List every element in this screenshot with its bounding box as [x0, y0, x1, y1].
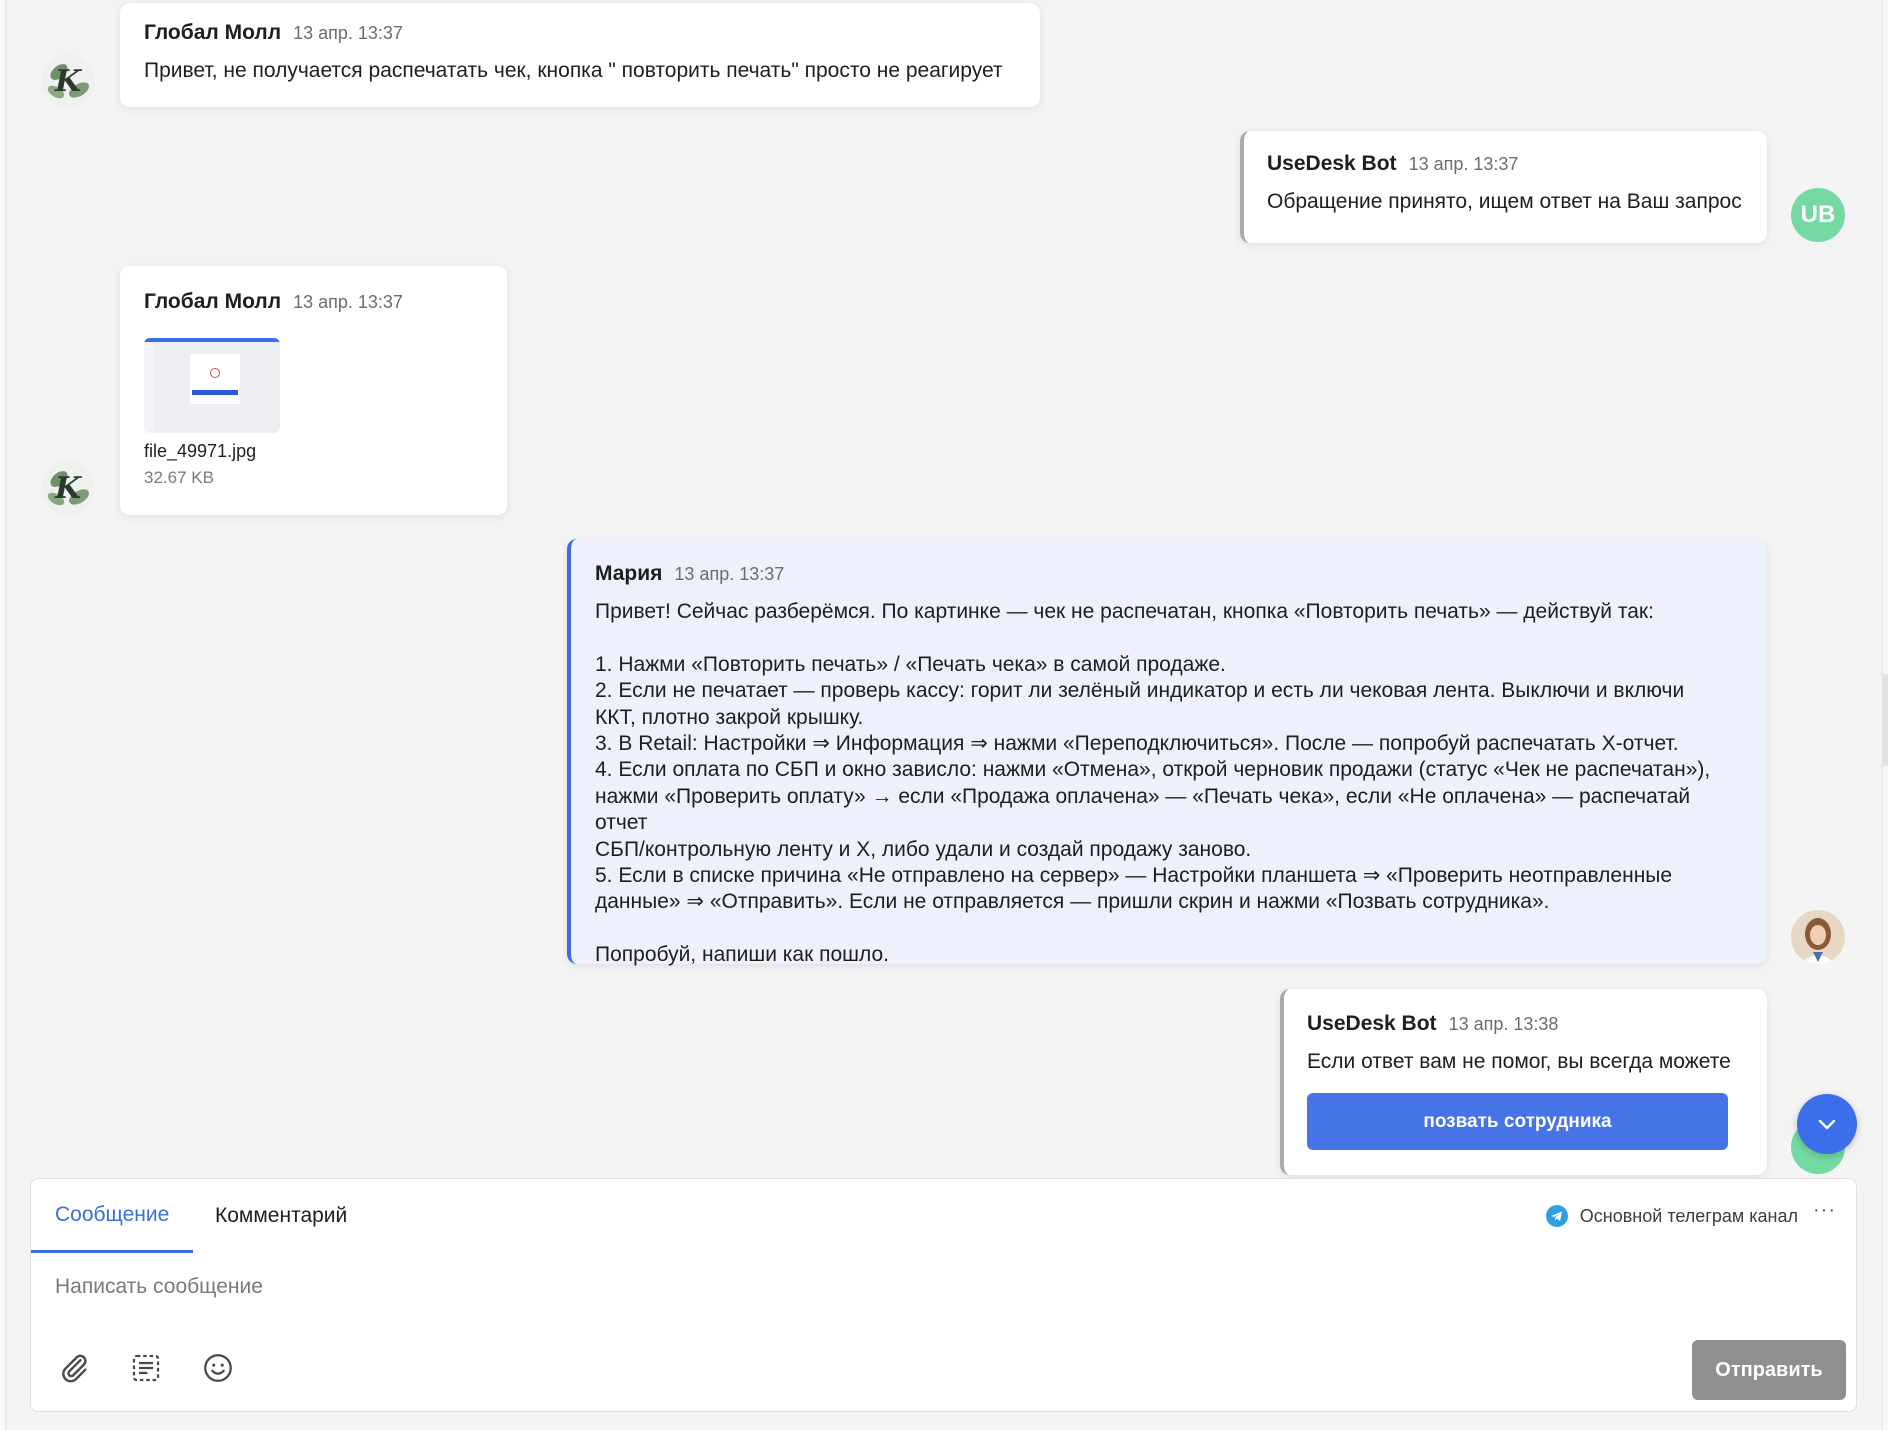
- message-customer-file: Глобал Молл 13 апр. 13:37 file_49971.jpg…: [120, 266, 507, 515]
- call-agent-button[interactable]: позвать сотрудника: [1307, 1093, 1728, 1151]
- message-line: 1. Нажми «Повторить печать» / «Печать че…: [595, 652, 1226, 676]
- attach-button[interactable]: [55, 1349, 93, 1387]
- message-author: Глобал Молл: [144, 21, 282, 44]
- message-bot-action: UseDesk Bot 13 апр. 13:38 Если ответ вам…: [1280, 989, 1767, 1175]
- send-button[interactable]: Отправить: [1692, 1340, 1846, 1400]
- message-line: 2. Если не печатает — проверь кассу: гор…: [595, 679, 1685, 703]
- file-thumbnail[interactable]: [144, 338, 280, 433]
- message-text: Если ответ вам не помог, вы всегда может…: [1307, 1050, 1731, 1073]
- message-time: 13 апр. 13:37: [293, 23, 403, 43]
- file-name[interactable]: file_49971.jpg: [144, 441, 483, 462]
- message-time: 13 апр. 13:38: [1448, 1014, 1559, 1034]
- emoji-button[interactable]: [199, 1349, 237, 1387]
- bot-avatar: UB: [1791, 188, 1845, 242]
- message-line: нажми «Проверить оплату» → если «Продажа…: [595, 784, 1691, 835]
- tab-comment[interactable]: Комментарий: [191, 1179, 371, 1253]
- message-author: Мария: [595, 562, 663, 585]
- message-line: 3. В Retail: Настройки ⇒ Информация ⇒ на…: [595, 732, 1679, 756]
- chat-history: K Глобал Молл 13 апр. 13:37 Привет, не п…: [0, 0, 1888, 1178]
- message-author: UseDesk Bot: [1267, 152, 1397, 175]
- chevron-down-icon: [1818, 1119, 1836, 1130]
- file-size: 32.67 KB: [144, 468, 214, 487]
- scroll-to-bottom-button[interactable]: [1797, 1094, 1857, 1154]
- message-line: ККТ, плотно закрой крышку.: [595, 705, 864, 729]
- more-options-button[interactable]: ···: [1813, 1199, 1836, 1222]
- message-time: 13 апр. 13:37: [674, 564, 785, 584]
- message-composer: Сообщение Комментарий Основной телеграм …: [30, 1178, 1857, 1412]
- message-author: UseDesk Bot: [1307, 1012, 1437, 1035]
- message-author: Глобал Молл: [144, 290, 282, 313]
- message-line: данные» ⇒ «Отправить». Если не отправляе…: [595, 890, 1550, 914]
- message-time: 13 апр. 13:37: [293, 292, 403, 312]
- agent-avatar: [1791, 910, 1845, 964]
- message-line: Попробуй, напиши как пошло.: [595, 943, 890, 967]
- svg-text:K: K: [54, 64, 83, 99]
- template-icon: [132, 1354, 160, 1382]
- message-text: Привет! Сейчас разберёмся. По картинке —…: [595, 599, 1743, 969]
- message-line: [595, 625, 1743, 651]
- message-line: 5. Если в списке причина «Не отправлено …: [595, 864, 1673, 888]
- message-line: 4. Если оплата по СБП и окно зависло: на…: [595, 758, 1711, 782]
- company-avatar: K: [41, 461, 95, 515]
- message-agent: Мария 13 апр. 13:37 Привет! Сейчас разбе…: [567, 539, 1767, 966]
- message-line: Привет! Сейчас разберёмся. По картинке —…: [595, 600, 1654, 623]
- company-avatar: K: [41, 54, 95, 108]
- channel-selector[interactable]: Основной телеграм канал: [1545, 1205, 1798, 1227]
- message-text: Обращение принято, ищем ответ на Ваш зап…: [1267, 190, 1742, 213]
- message-bot: UseDesk Bot 13 апр. 13:37 Обращение прин…: [1240, 131, 1767, 243]
- message-input[interactable]: Написать сообщение: [55, 1275, 263, 1299]
- emoji-icon: [204, 1354, 232, 1382]
- paperclip-icon: [62, 1354, 87, 1383]
- message-text: Привет, не получается распечатать чек, к…: [144, 59, 1003, 82]
- message-time: 13 апр. 13:37: [1408, 154, 1519, 174]
- message-line: СБП/контрольную ленту и Х, либо удали и …: [595, 837, 1252, 861]
- tab-message[interactable]: Сообщение: [31, 1179, 194, 1253]
- templates-button[interactable]: [127, 1349, 165, 1387]
- message-customer: Глобал Молл 13 апр. 13:37 Привет, не пол…: [120, 3, 1040, 107]
- telegram-icon: [1545, 1205, 1568, 1227]
- channel-name: Основной телеграм канал: [1579, 1205, 1798, 1226]
- message-line: [595, 916, 1743, 942]
- svg-text:K: K: [54, 471, 83, 506]
